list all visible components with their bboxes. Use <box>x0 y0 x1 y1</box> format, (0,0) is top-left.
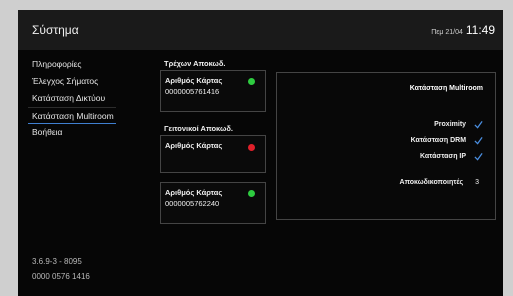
check-icon <box>474 136 483 145</box>
menu-item-label: Βοήθεια <box>32 127 63 137</box>
card-name: Αριθμός Κάρτας <box>165 76 223 85</box>
menu-item-multiroom-status[interactable]: Κατάσταση Multiroom <box>28 107 116 124</box>
smartcard-id: 0000 0576 1416 <box>32 272 90 281</box>
status-label: Proximity <box>434 121 467 128</box>
menu-item-label: Πληροφορίες <box>32 59 82 69</box>
check-icon <box>474 152 483 161</box>
menu-item-label: Έλεγχος Σήματος <box>32 76 99 86</box>
date-time: Πεμ 21/04 11:49 <box>431 23 495 37</box>
menu-item-help[interactable]: Βοήθεια <box>28 124 116 141</box>
header-bar: Σύστημα Πεμ 21/04 11:49 <box>18 10 503 50</box>
software-version: 3.6.9-3 - 8095 <box>32 257 82 266</box>
menu-item-info[interactable]: Πληροφορίες <box>28 56 116 73</box>
panel-title: Κατάσταση Multiroom <box>409 85 483 92</box>
decoders-label: Αποκωδικοποιητές <box>399 179 464 186</box>
neighbor-decoders-label: Γειτονικοί Αποκωδ. <box>164 124 233 133</box>
neighbor-decoder-card[interactable]: Αριθμός Κάρτας <box>160 135 266 173</box>
status-row-ip: Κατάσταση IP <box>420 152 483 162</box>
menu-item-label: Κατάσταση Δικτύου <box>32 93 106 103</box>
status-dot <box>248 190 255 197</box>
neighbor-decoder-card[interactable]: Αριθμός Κάρτας 0000005762240 <box>160 182 266 224</box>
card-name: Αριθμός Κάρτας <box>165 188 223 197</box>
menu-item-signal-check[interactable]: Έλεγχος Σήματος <box>28 73 116 90</box>
decoders-count-row: Αποκωδικοποιητές 3 <box>400 179 479 189</box>
tv-screen: Σύστημα Πεμ 21/04 11:49 Πληροφορίες Έλεγχ… <box>18 10 503 296</box>
status-dot <box>248 144 255 151</box>
multiroom-status-panel: Κατάσταση Multiroom Proximity Κατάσταση … <box>276 72 496 220</box>
status-dot <box>248 78 255 85</box>
status-row-proximity: Proximity <box>434 120 483 130</box>
menu-item-network-status[interactable]: Κατάσταση Δικτύου <box>28 90 116 107</box>
status-label: Κατάσταση DRM <box>410 137 467 144</box>
current-decoder-label: Τρέχων Αποκωδ. <box>164 59 226 68</box>
status-label: Κατάσταση IP <box>419 153 467 160</box>
card-number: 0000005761416 <box>165 87 220 96</box>
settings-menu: Πληροφορίες Έλεγχος Σήματος Κατάσταση Δι… <box>28 56 116 141</box>
status-row-drm: Κατάσταση DRM <box>411 136 483 146</box>
decoders-count: 3 <box>475 179 479 186</box>
card-number: 0000005762240 <box>165 199 220 208</box>
card-name: Αριθμός Κάρτας <box>165 141 223 150</box>
date-label: Πεμ 21/04 <box>431 29 463 36</box>
time-label: 11:49 <box>465 23 495 37</box>
current-decoder-card[interactable]: Αριθμός Κάρτας 0000005761416 <box>160 70 266 112</box>
check-icon <box>474 120 483 129</box>
menu-item-label: Κατάσταση Multiroom <box>32 111 114 121</box>
page-title: Σύστημα <box>32 23 79 37</box>
